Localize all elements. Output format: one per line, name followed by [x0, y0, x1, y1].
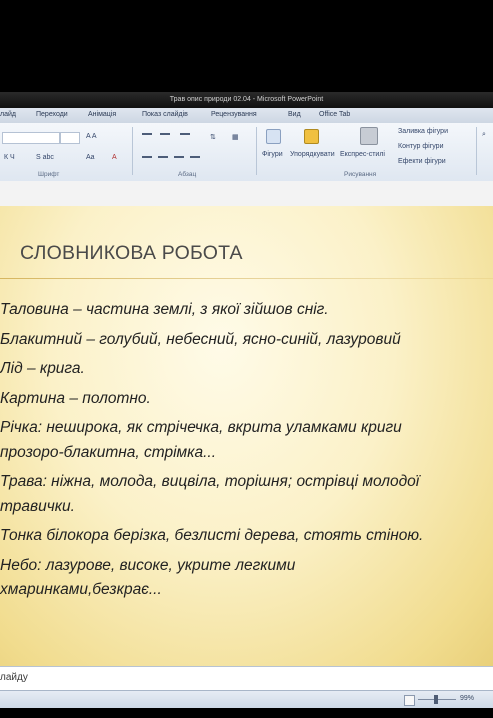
- slide-text-line: Небо: лазурове, високе, укрите легкими: [0, 556, 296, 574]
- slide-body-text[interactable]: Таловина – частина землі, з якої зійшов …: [0, 298, 493, 608]
- tab-slideshow[interactable]: Показ слайдів: [142, 111, 188, 118]
- paragraph-group-label: Абзац: [178, 171, 197, 178]
- slide-text-line: хмаринками,безкрає...: [0, 581, 162, 598]
- tab-animations[interactable]: Анімація: [88, 111, 116, 118]
- font-name-box[interactable]: [2, 132, 60, 144]
- bullets-icon[interactable]: [142, 133, 152, 135]
- shapes-button[interactable]: Фігури: [262, 151, 283, 158]
- font-group-label: Шрифт: [38, 171, 60, 178]
- find-icon[interactable]: ⌕: [482, 131, 486, 139]
- slide-text-line: Трава: ніжна, молода, вицвіла, торішня; …: [0, 473, 420, 490]
- shape-fill-button[interactable]: Заливка фігури: [398, 128, 448, 135]
- slide-paragraph: Таловина – частина землі, з якої зійшов …: [0, 298, 493, 323]
- align-right-icon[interactable]: [174, 156, 184, 158]
- drawing-group-label: Рисування: [344, 171, 377, 178]
- screen-border: [0, 708, 493, 718]
- slide-paragraph: Річка: неширока, як стрічечка, вкрита ул…: [0, 416, 493, 465]
- slide-paragraph: Лід – крига.: [0, 357, 493, 382]
- slide-text-line: Річка: неширока, як стрічечка, вкрита ул…: [0, 419, 402, 436]
- slide-canvas[interactable]: СЛОВНИКОВА РОБОТА Таловина – частина зем…: [0, 206, 493, 666]
- slide-text-line: травички.: [0, 497, 75, 515]
- quick-styles-button[interactable]: Експрес-стилі: [340, 151, 385, 158]
- change-case-icon[interactable]: Aa: [86, 154, 95, 161]
- group-divider: [256, 127, 257, 175]
- slide-title[interactable]: СЛОВНИКОВА РОБОТА: [20, 242, 243, 265]
- shape-effects-button[interactable]: Ефекти фігури: [398, 158, 446, 165]
- slide-text-line: Лід – крига.: [0, 360, 85, 377]
- window-title: Трав опис природи 02.04 - Microsoft Powe…: [169, 96, 324, 103]
- slide-text-line: Блакитний – голубий, небесний, ясно-сині…: [0, 330, 401, 348]
- tab-transitions[interactable]: Переходи: [36, 111, 68, 118]
- powerpoint-window: Трав опис природи 02.04 - Microsoft Powe…: [0, 0, 493, 718]
- group-divider: [476, 127, 477, 175]
- smartart-icon[interactable]: ▦: [232, 133, 239, 141]
- zoom-level[interactable]: 99%: [460, 695, 474, 702]
- numbering-icon[interactable]: [160, 133, 170, 135]
- tab-slide[interactable]: лайд: [0, 111, 16, 118]
- decrease-indent-icon[interactable]: [180, 133, 190, 135]
- notes-placeholder: лайду: [0, 672, 28, 683]
- slide-text-line: Таловина – частина землі, з якої зійшов …: [0, 301, 329, 318]
- ribbon: A A К Ч S abc Aa A Шрифт ⇅ ▦ Абзац Фігур…: [0, 123, 493, 182]
- text-direction-icon[interactable]: ⇅: [210, 133, 216, 141]
- slide-paragraph: Тонка білокора берізка, безлисті дерева,…: [0, 524, 493, 549]
- normal-view-icon[interactable]: [404, 695, 415, 706]
- slide-paragraph: Небо: лазурове, високе, укрите легкими хм…: [0, 554, 493, 603]
- slide-text-line: Тонка білокора берізка, безлисті дерева,…: [0, 527, 424, 544]
- status-bar: 99%: [0, 690, 493, 709]
- title-bar: Трав опис природи 02.04 - Microsoft Powe…: [0, 92, 493, 108]
- zoom-slider-thumb[interactable]: [434, 695, 438, 704]
- slide-paragraph: Блакитний – голубий, небесний, ясно-сині…: [0, 328, 493, 353]
- group-divider: [132, 127, 133, 175]
- ribbon-tabs: лайд Переходи Анімація Показ слайдів Рец…: [0, 108, 493, 124]
- ribbon-gap: [0, 181, 493, 206]
- align-left-icon[interactable]: [142, 156, 152, 158]
- tab-view[interactable]: Вид: [288, 111, 301, 118]
- font-size-box[interactable]: [60, 132, 80, 144]
- slide-text-line: Картина – полотно.: [0, 389, 151, 407]
- italic-icon[interactable]: К Ч: [4, 154, 15, 161]
- shapes-icon[interactable]: [266, 129, 281, 144]
- grow-font-icon[interactable]: A A: [86, 133, 97, 140]
- tab-office-tab[interactable]: Office Tab: [319, 111, 350, 118]
- justify-icon[interactable]: [190, 156, 200, 158]
- quick-styles-icon[interactable]: [360, 127, 378, 145]
- tab-review[interactable]: Рецензування: [211, 111, 257, 118]
- strikethrough-icon[interactable]: S abc: [36, 154, 54, 161]
- font-color-icon[interactable]: A: [112, 154, 117, 161]
- slide-paragraph: Трава: ніжна, молода, вицвіла, торішня; …: [0, 470, 493, 519]
- arrange-button[interactable]: Упорядкувати: [290, 151, 335, 158]
- slide-text-line: прозоро-блакитна, стрімка...: [0, 443, 217, 461]
- shape-outline-button[interactable]: Контур фігури: [398, 143, 443, 150]
- notes-pane[interactable]: лайду: [0, 666, 493, 691]
- align-center-icon[interactable]: [158, 156, 168, 158]
- arrange-icon[interactable]: [304, 129, 319, 144]
- title-divider: [0, 278, 493, 279]
- slide-paragraph: Картина – полотно.: [0, 387, 493, 412]
